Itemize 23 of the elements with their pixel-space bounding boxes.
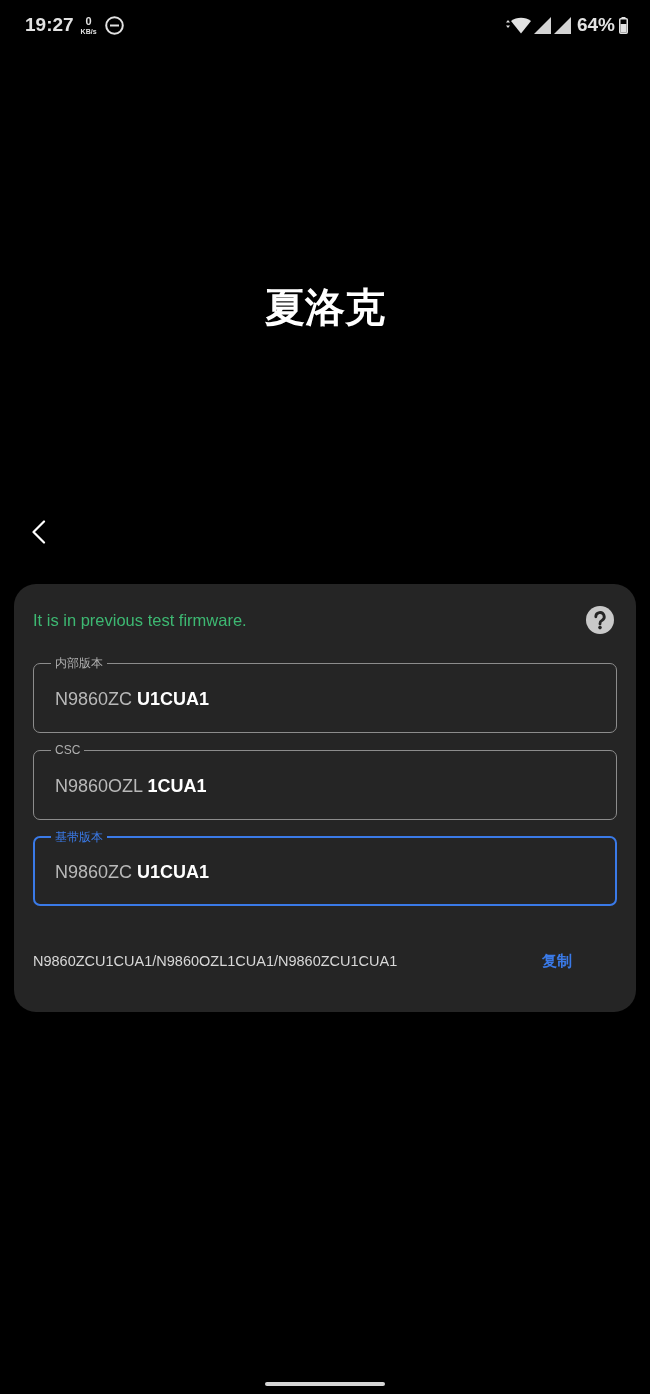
wifi-icon — [504, 16, 531, 34]
signal-icon — [553, 16, 571, 34]
field-label: CSC — [54, 743, 82, 757]
text-field[interactable]: 内部版本 N9860ZC U1CUA1 — [33, 656, 617, 733]
field-value: N9860ZC U1CUA1 — [54, 688, 211, 711]
net-speed-value: 0 — [85, 15, 92, 27]
battery-percent: 64% — [576, 14, 615, 36]
field-label: 内部版本 — [54, 656, 104, 670]
field-label: 基带版本 — [54, 830, 104, 844]
page-title: 夏洛克 — [265, 285, 385, 329]
text-field[interactable]: CSC N9860OZL 1CUA1 — [33, 743, 617, 820]
do-not-disturb-icon — [104, 15, 124, 35]
battery-icon — [619, 16, 628, 34]
signal-icon — [533, 16, 551, 34]
field-value: N9860ZC U1CUA1 — [54, 861, 211, 884]
copy-button[interactable]: 复制 — [532, 947, 582, 975]
status-message: It is in previous test firmware. — [33, 610, 247, 630]
clock-time: 19:27 — [25, 14, 74, 36]
chevron-left-icon — [31, 520, 46, 544]
firmware-summary: N9860ZCU1CUA1/N9860OZL1CUA1/N9860ZCU1CUA1 — [33, 952, 398, 971]
help-icon[interactable] — [586, 606, 614, 634]
field-value: N9860OZL 1CUA1 — [54, 775, 208, 798]
text-field[interactable]: 基带版本 N9860ZC U1CUA1 — [33, 830, 617, 906]
